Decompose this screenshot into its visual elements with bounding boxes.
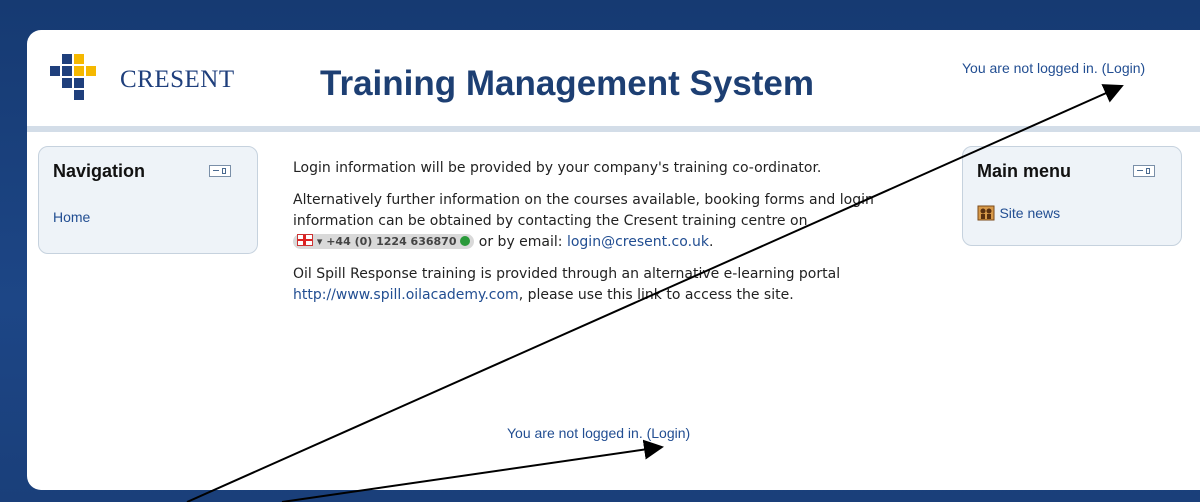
- annotation-arrows: [186, 84, 1124, 502]
- arrow-to-footer-login: [281, 439, 664, 502]
- arrow-to-header-login: [186, 84, 1124, 502]
